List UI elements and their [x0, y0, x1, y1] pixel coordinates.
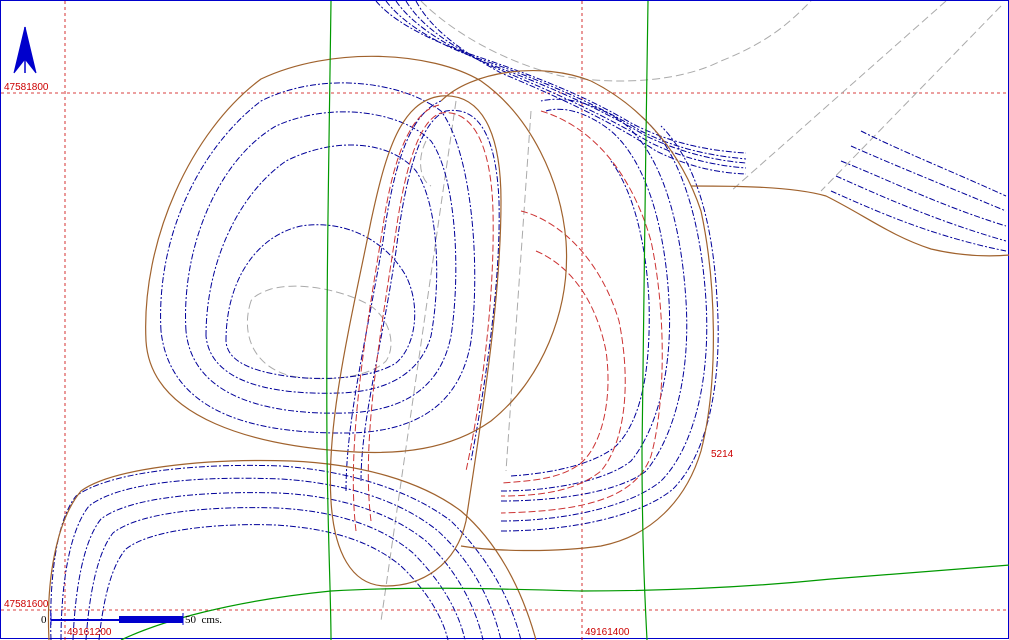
- scale-bar-end-label: 50 cms.: [185, 614, 222, 626]
- red-contour-3: [500, 210, 626, 497]
- blue-contour-east-1: [860, 130, 1007, 197]
- scale-bar-thick: [119, 616, 183, 623]
- blue-contour-right-5: [510, 160, 650, 477]
- boundary-south: [120, 564, 1009, 640]
- blue-contour-right-1: [500, 98, 688, 502]
- gray-track-diagonal-2: [820, 5, 1002, 192]
- blue-contour-top-1: [385, 1, 747, 160]
- brown-contour-knob: [329, 95, 502, 587]
- brown-contour-left-hill: [145, 55, 568, 454]
- contours-brown: [47, 55, 1009, 640]
- red-contour-1: [367, 112, 494, 522]
- brown-contour-bottom: [47, 459, 537, 640]
- blue-contour-left-2: [185, 111, 457, 414]
- blue-contour-east-5: [830, 190, 1007, 252]
- boundary-west: [326, 1, 332, 640]
- gray-track-center-2: [505, 110, 532, 472]
- grid-label-north-2: 47581600: [4, 599, 49, 610]
- blue-contour-right-3: [500, 115, 708, 522]
- contours-blue: [50, 1, 1007, 640]
- map-frame[interactable]: 47581800 47581600 49161200 49161400 5214…: [0, 0, 1009, 640]
- blue-contour-right-4: [500, 125, 719, 532]
- blue-contour-left-4: [225, 224, 416, 379]
- blue-contour-east-3: [840, 160, 1007, 227]
- gray-track-top: [420, 1, 812, 82]
- blue-contour-top-5: [375, 1, 747, 154]
- blue-contour-bottom-2: [60, 477, 502, 640]
- boundary-lines: [120, 1, 1009, 640]
- blue-contour-east-4: [835, 175, 1007, 242]
- blue-contour-east-2: [850, 145, 1007, 212]
- map-canvas[interactable]: 47581800 47581600 49161200 49161400 5214…: [1, 1, 1009, 640]
- grid-lines: [1, 1, 1009, 640]
- grid-label-east-2: 49161400: [585, 627, 630, 638]
- scale-bar-start-label: 0: [41, 614, 47, 626]
- north-arrow-icon: [13, 26, 37, 74]
- brown-contour-east-ridge: [690, 185, 1009, 257]
- elevation-label: 5214: [711, 449, 734, 460]
- blue-contour-top-4: [415, 1, 747, 175]
- blue-contour-bottom-1: [50, 464, 522, 640]
- grid-label-east-1: 49161200: [67, 627, 112, 638]
- boundary-east: [641, 1, 649, 640]
- grid-label-north-1: 47581800: [4, 82, 49, 93]
- contours-gray: [246, 1, 1002, 622]
- red-contour-2: [352, 104, 440, 532]
- gray-inner-ridge: [420, 140, 432, 187]
- blue-contour-top-2: [395, 1, 747, 164]
- blue-contour-knob-1: [360, 109, 500, 482]
- gray-contour-hill: [246, 285, 392, 380]
- scale-bar: 0 50 cms.: [41, 613, 222, 626]
- red-contour-4: [500, 250, 609, 484]
